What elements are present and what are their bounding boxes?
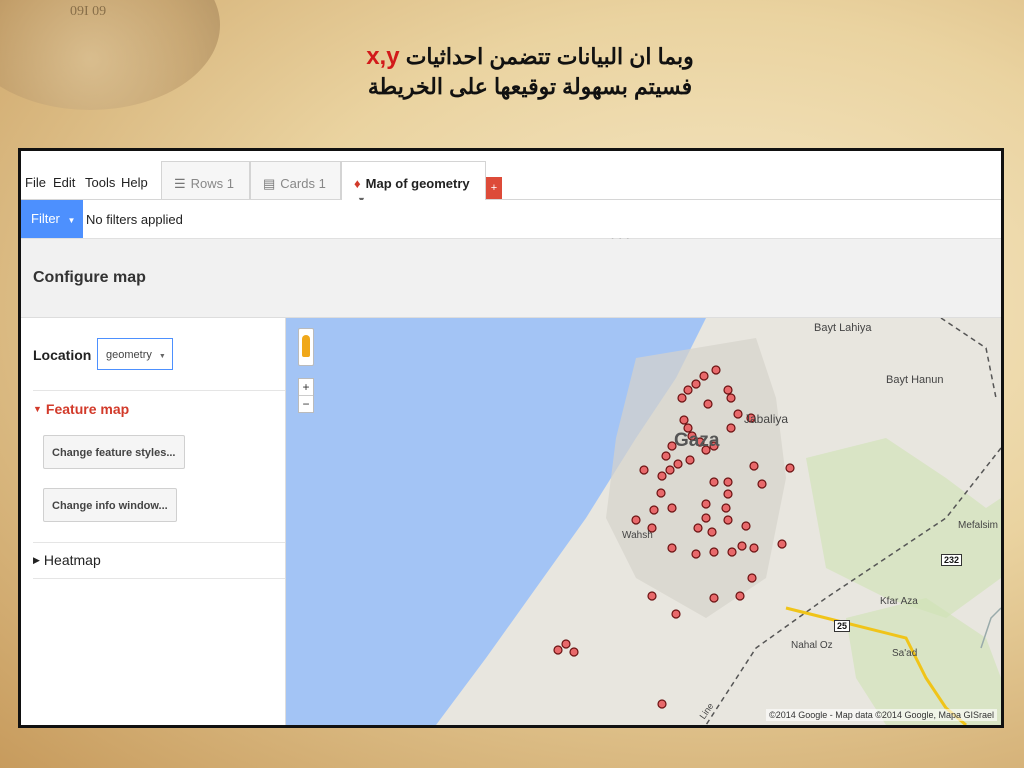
location-label: Location	[33, 347, 92, 363]
title-line-2: فسيتم بسهولة توقيعها على الخريطة	[367, 74, 693, 99]
map-label-gaza: Gaza	[674, 430, 720, 451]
filter-button[interactable]: Filter ▼	[21, 200, 83, 238]
compass-text: 09I 09	[70, 4, 107, 19]
config-title: Configure map	[33, 269, 146, 286]
divider	[33, 542, 285, 543]
rows-icon: ☰	[174, 176, 186, 191]
filter-status: No filters applied	[86, 212, 183, 227]
title-highlight-xy: x,y	[366, 43, 400, 70]
menu-bar: File Edit Tools Help ☰ Rows 1 ▤ Cards 1 ♦ M…	[21, 151, 1001, 205]
map-label-kfar-aza: Kfar Aza	[880, 596, 918, 607]
road-shield-25: 25	[834, 620, 851, 632]
tab-map-of-geometry[interactable]: ♦Map of geometry ▼	[341, 161, 486, 205]
cards-icon: ▤	[263, 176, 276, 191]
map-copyright: ©2014 Google - Map data ©2014 Google, Ma…	[766, 709, 997, 721]
heatmap-toggle[interactable]: ▶ Heatmap	[33, 552, 101, 568]
add-tab-button[interactable]: +	[486, 177, 502, 199]
change-info-window-button[interactable]: Change info window...	[43, 488, 177, 522]
zoom-out-button[interactable]: −	[299, 395, 313, 412]
divider	[33, 578, 285, 579]
map-label-mefalsim: Mefalsim	[958, 520, 999, 531]
zoom-control: + −	[298, 378, 314, 413]
change-feature-styles-button[interactable]: Change feature styles...	[43, 435, 185, 469]
triangle-down-icon: ▼	[33, 404, 42, 414]
menu-tools[interactable]: Tools	[85, 175, 115, 190]
divider	[33, 390, 285, 391]
zoom-in-button[interactable]: +	[299, 379, 313, 395]
config-header: Configure map	[21, 239, 1001, 318]
map-label-saad: Sa'ad	[892, 648, 918, 659]
map-pin-icon: ♦	[354, 176, 361, 191]
menu-help[interactable]: Help	[121, 175, 148, 190]
feature-map-toggle[interactable]: ▼ Feature map	[33, 401, 129, 417]
map-label-wahsh: Wahsh	[622, 530, 653, 541]
chevron-down-icon: ▼	[67, 216, 76, 225]
tab-rows[interactable]: ☰ Rows 1	[161, 161, 250, 199]
map-label-nahal-oz: Nahal Oz	[791, 640, 833, 651]
compass-decoration	[0, 0, 220, 110]
map-canvas[interactable]: + − Bayt Lahiya Bayt Hanun Jabaliya Gaza…	[286, 318, 1001, 725]
location-select[interactable]: geometry ▼	[97, 338, 173, 370]
map-label-jabaliya: Jabaliya	[744, 412, 789, 426]
map-label-bayt-hanun: Bayt Hanun	[886, 374, 944, 386]
title-line-1-text: وبما ان البيانات تتضمن احداثيات	[405, 44, 694, 69]
screenshot-frame: File Edit Tools Help ☰ Rows 1 ▤ Cards 1 ♦ M…	[18, 148, 1004, 728]
road-shield-232: 232	[941, 554, 963, 566]
triangle-right-icon: ▶	[33, 555, 40, 565]
tab-cards[interactable]: ▤ Cards 1	[250, 161, 341, 199]
slide-title: وبما ان البيانات تتضمن احداثيات x,y فسيت…	[300, 42, 760, 102]
map-config-sidebar: Location geometry ▼ ▼ Feature map Change …	[21, 318, 286, 725]
menu-file[interactable]: File	[25, 175, 46, 190]
title-line-1: وبما ان البيانات تتضمن احداثيات x,y	[300, 42, 760, 72]
filter-bar: Filter ▼ No filters applied	[21, 200, 1001, 239]
map-label-bayt-lahiya: Bayt Lahiya	[814, 322, 872, 334]
chevron-down-icon: ▼	[158, 353, 166, 360]
pegman-icon[interactable]	[298, 328, 314, 366]
menu-edit[interactable]: Edit	[53, 175, 75, 190]
